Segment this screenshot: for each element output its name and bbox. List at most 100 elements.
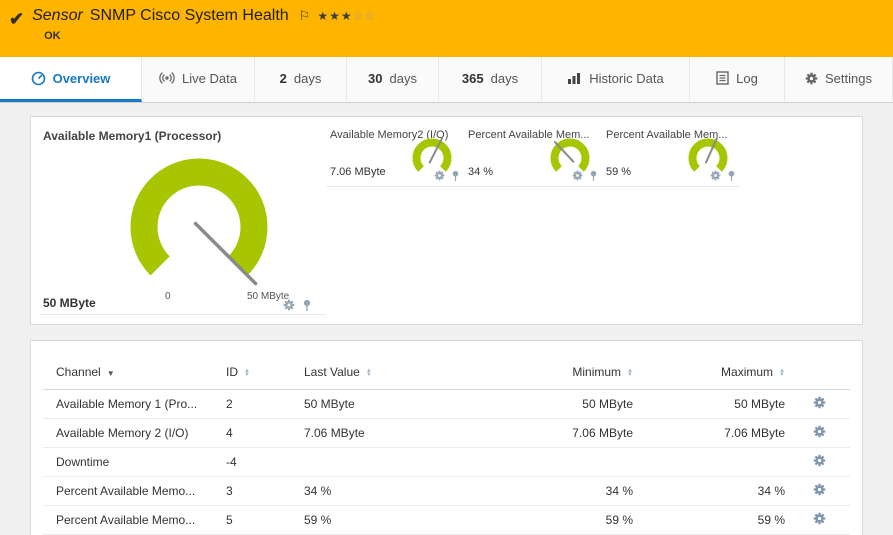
- channel-name-cell: Available Memory 1 (Pro...: [43, 389, 213, 418]
- channel-settings-button[interactable]: [813, 396, 826, 409]
- column-label: Minimum: [572, 365, 621, 379]
- pin-icon[interactable]: [451, 170, 460, 181]
- channels-table: Channel▼ ID▲▼ Last Value▲▼ Minimum▲▼ Max…: [43, 355, 850, 535]
- table-row: Percent Available Memo... 5 59 % 59 % 59…: [43, 505, 850, 534]
- column-label: ID: [226, 365, 238, 379]
- overview-icon: [31, 71, 46, 86]
- tab-bar: Overview Live Data 2 days 30 days 365 da…: [0, 57, 893, 103]
- minimum-cell: 59 %: [489, 505, 637, 534]
- table-row: Downtime -4: [43, 447, 850, 476]
- channel-id-cell: 5: [213, 505, 291, 534]
- gauge-tile-mini: Available Memory2 (I/O) 7.06 MByte: [326, 123, 464, 187]
- channel-name-cell: Available Memory 2 (I/O): [43, 418, 213, 447]
- column-header-last-value[interactable]: Last Value ▲▼: [291, 355, 489, 389]
- column-header-channel[interactable]: Channel ▼: [43, 355, 213, 389]
- settings-icon: [805, 72, 818, 85]
- priority-stars[interactable]: ★★★☆☆: [317, 9, 376, 23]
- channel-name-cell: Percent Available Memo...: [43, 505, 213, 534]
- pin-icon[interactable]: [589, 170, 598, 181]
- tab-label: days: [491, 71, 518, 86]
- minimum-cell: 34 %: [489, 476, 637, 505]
- tab-2-days[interactable]: 2 days: [255, 57, 347, 102]
- historic-data-icon: [567, 72, 582, 85]
- gauge-main-dial: [87, 141, 317, 301]
- prtg-sensor-page: ✔ Sensor SNMP Cisco System Health ⚐ ★★★☆…: [0, 0, 893, 535]
- tab-overview[interactable]: Overview: [0, 57, 142, 102]
- maximum-cell: 50 MByte: [637, 389, 789, 418]
- column-label: Maximum: [721, 365, 773, 379]
- gauge-tile-main: Available Memory1 (Processor) 0 50 MByte…: [39, 123, 326, 315]
- gear-icon[interactable]: [710, 170, 721, 181]
- mini-gauge-value: 7.06 MByte: [330, 166, 386, 178]
- tab-live-data[interactable]: Live Data: [142, 57, 255, 102]
- stars-filled: ★★★: [317, 9, 352, 23]
- channel-settings-button[interactable]: [813, 512, 826, 525]
- last-value-cell: 34 %: [291, 476, 489, 505]
- tab-value: 30: [368, 71, 382, 86]
- maximum-cell: [637, 447, 789, 476]
- sort-icon: ▲▼: [366, 369, 372, 377]
- channel-id-cell: 2: [213, 389, 291, 418]
- status-check-icon: ✔: [9, 9, 24, 29]
- tab-label: Overview: [53, 71, 111, 86]
- stars-empty: ☆☆: [353, 9, 377, 23]
- minimum-cell: 7.06 MByte: [489, 418, 637, 447]
- flag-icon[interactable]: ⚐: [299, 8, 311, 24]
- tab-log[interactable]: Log: [690, 57, 785, 102]
- minimum-cell: [489, 447, 637, 476]
- sensor-titles: Sensor SNMP Cisco System Health ⚐ ★★★☆☆ …: [32, 7, 376, 42]
- gauge-value: 50 MByte: [43, 296, 96, 310]
- column-label: Channel: [56, 365, 101, 379]
- log-icon: [716, 71, 729, 85]
- channel-id-cell: 4: [213, 418, 291, 447]
- sensor-header: ✔ Sensor SNMP Cisco System Health ⚐ ★★★☆…: [0, 0, 893, 57]
- column-header-minimum[interactable]: Minimum ▲▼: [489, 355, 637, 389]
- last-value-cell: 7.06 MByte: [291, 418, 489, 447]
- maximum-cell: 59 %: [637, 505, 789, 534]
- minimum-cell: 50 MByte: [489, 389, 637, 418]
- gauge-tile-mini: Percent Available Mem... 34 %: [464, 123, 602, 187]
- gear-icon[interactable]: [434, 170, 445, 181]
- column-label: Last Value: [304, 365, 360, 379]
- column-header-id[interactable]: ID▲▼: [213, 355, 291, 389]
- maximum-cell: 7.06 MByte: [637, 418, 789, 447]
- last-value-cell: 50 MByte: [291, 389, 489, 418]
- pin-icon[interactable]: [727, 170, 736, 181]
- mini-gauge-value: 34 %: [468, 166, 493, 178]
- tab-historic-data[interactable]: Historic Data: [542, 57, 690, 102]
- tab-label: Log: [736, 71, 758, 86]
- channel-name-cell: Downtime: [43, 447, 213, 476]
- tab-label: Historic Data: [589, 71, 663, 86]
- channels-panel: Channel▼ ID▲▼ Last Value▲▼ Minimum▲▼ Max…: [30, 340, 863, 535]
- table-row: Available Memory 1 (Pro... 2 50 MByte 50…: [43, 389, 850, 418]
- tab-label: Settings: [825, 71, 872, 86]
- tab-label: days: [294, 71, 321, 86]
- sensor-type-label: Sensor: [32, 7, 83, 25]
- sort-icon: ▲▼: [627, 369, 633, 377]
- tab-value: 365: [462, 71, 484, 86]
- sensor-title: SNMP Cisco System Health: [90, 7, 289, 25]
- tab-365-days[interactable]: 365 days: [439, 57, 542, 102]
- maximum-cell: 34 %: [637, 476, 789, 505]
- tab-label: Live Data: [182, 71, 237, 86]
- gear-icon[interactable]: [572, 170, 583, 181]
- column-header-maximum[interactable]: Maximum ▲▼: [637, 355, 789, 389]
- live-data-icon: [159, 71, 175, 85]
- channel-settings-button[interactable]: [813, 454, 826, 467]
- channel-settings-button[interactable]: [813, 425, 826, 438]
- gear-icon[interactable]: [283, 299, 295, 311]
- tab-label: days: [390, 71, 417, 86]
- sort-icon: ▲▼: [779, 369, 785, 377]
- gauge-scale-min: 0: [165, 291, 171, 302]
- table-row: Percent Available Memo... 3 34 % 34 % 34…: [43, 476, 850, 505]
- mini-gauge-value: 59 %: [606, 166, 631, 178]
- column-header-settings: [789, 355, 850, 389]
- pin-icon[interactable]: [302, 299, 312, 311]
- sort-desc-icon: ▼: [107, 369, 115, 378]
- tab-30-days[interactable]: 30 days: [347, 57, 439, 102]
- tab-settings[interactable]: Settings: [785, 57, 893, 102]
- channel-name-cell: Percent Available Memo...: [43, 476, 213, 505]
- table-header-row: Channel▼ ID▲▼ Last Value▲▼ Minimum▲▼ Max…: [43, 355, 850, 389]
- channel-settings-button[interactable]: [813, 483, 826, 496]
- tab-value: 2: [280, 71, 287, 86]
